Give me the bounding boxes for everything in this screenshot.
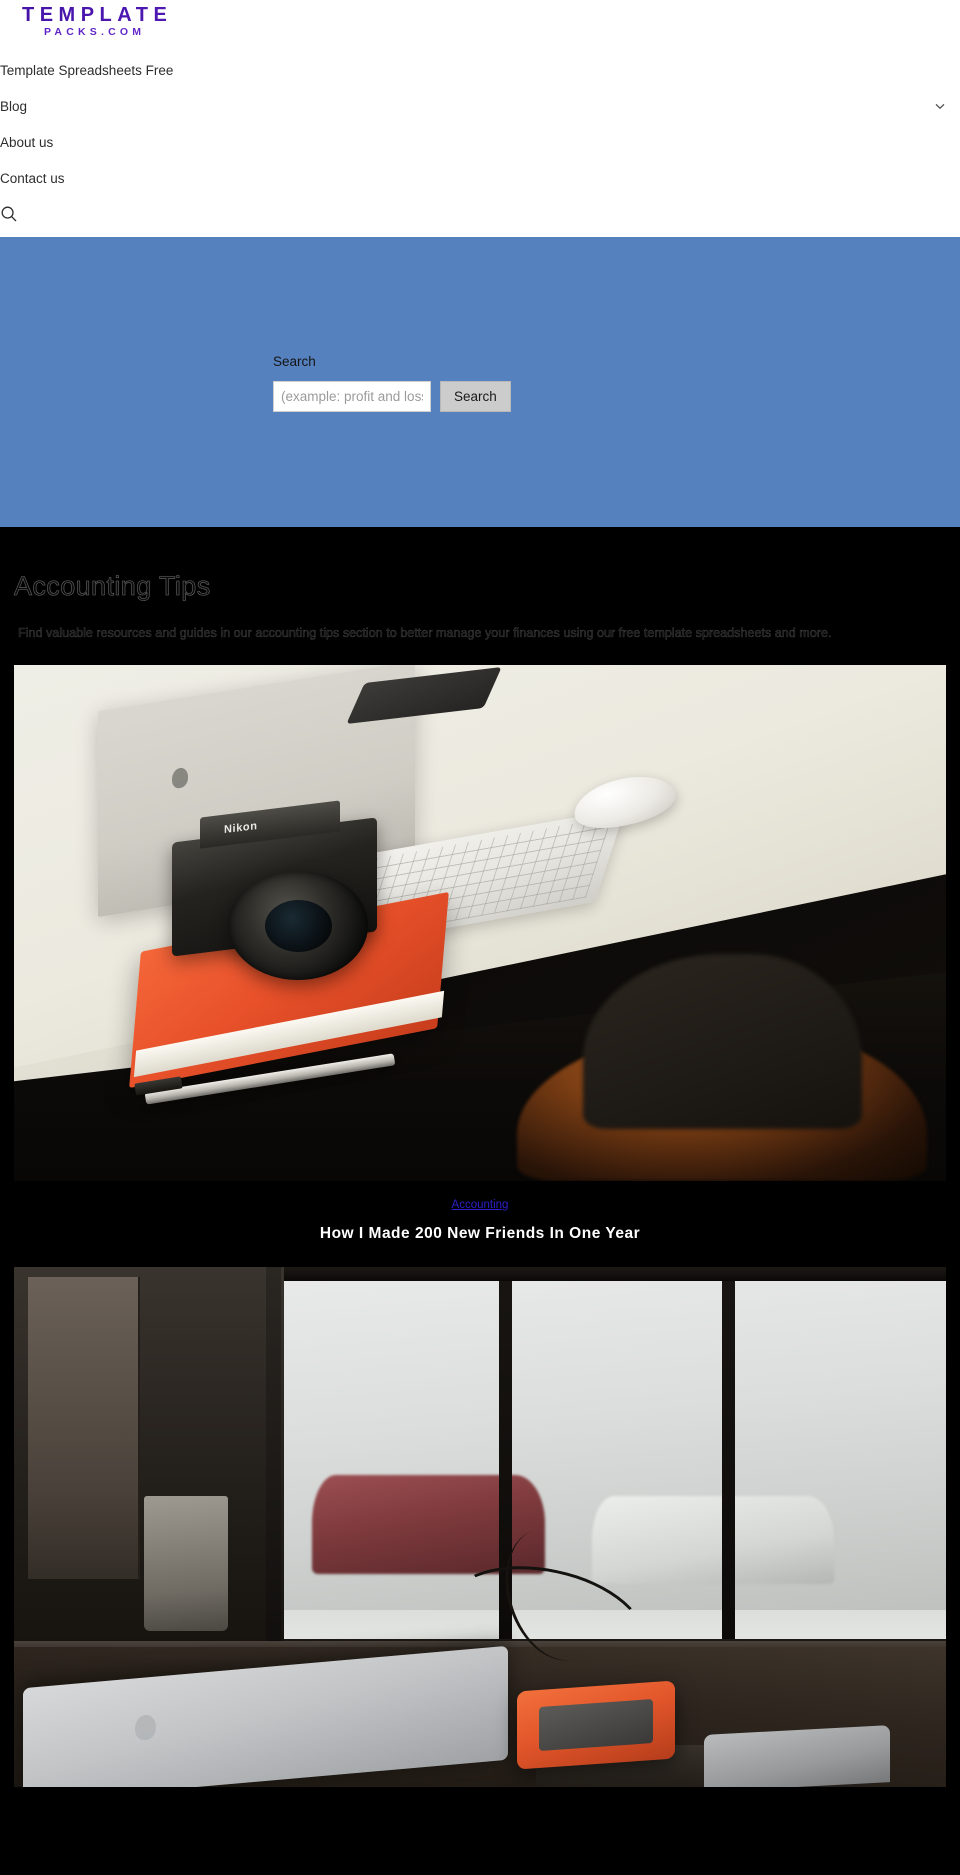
search-icon[interactable] [0,197,36,237]
nav-link-label[interactable]: About us [0,125,960,161]
search-form: Search Search [273,352,960,412]
hero-search-section: Search Search [0,237,960,527]
search-row: Search [273,381,960,412]
post-card: Nikon Accounting How I Made 200 New Frie… [0,665,960,1245]
nav-link-label[interactable]: Blog [0,89,960,125]
search-form-label: Search [273,354,316,369]
nav-item-blog[interactable]: Blog [0,89,960,125]
post-category-link[interactable]: Accounting [452,1199,509,1211]
post-divider-space [0,1245,960,1267]
primary-navigation: Template Spreadsheets Free Blog About us… [0,53,960,237]
logo-secondary-text: PACKS.COM [22,26,960,39]
site-header: TEMPLATE PACKS.COM Template Spreadsheets… [0,0,960,237]
archive-content: Accounting Tips Find valuable resources … [0,527,960,1787]
search-submit-button[interactable]: Search [440,381,511,412]
nav-item-search-toggle[interactable] [0,197,960,237]
archive-description: Find valuable resources and guides in ou… [18,626,832,640]
post-image [14,1267,946,1787]
post-list: Nikon Accounting How I Made 200 New Frie… [0,645,960,1787]
post-thumbnail[interactable] [14,1267,946,1787]
nav-link-label[interactable]: Template Spreadsheets Free [0,53,960,89]
nav-link-label[interactable]: Contact us [0,161,960,197]
page-root: TEMPLATE PACKS.COM Template Spreadsheets… [0,0,960,1875]
chevron-down-icon[interactable] [934,100,946,112]
nav-list: Template Spreadsheets Free Blog About us… [0,53,960,237]
post-card [0,1267,960,1787]
post-thumbnail[interactable]: Nikon [14,665,946,1181]
page-title: Accounting Tips [14,571,211,602]
nav-item-template-spreadsheets-free[interactable]: Template Spreadsheets Free [0,53,960,89]
logo-primary-text: TEMPLATE [22,4,960,26]
post-image: Nikon [14,665,946,1181]
hero-inner: Search Search [0,352,960,412]
post-title-link[interactable]: How I Made 200 New Friends In One Year [0,1223,960,1245]
nav-item-contact-us[interactable]: Contact us [0,161,960,197]
site-logo[interactable]: TEMPLATE PACKS.COM [0,0,960,39]
search-input[interactable] [273,381,431,412]
nav-item-about-us[interactable]: About us [0,125,960,161]
post-meta: Accounting How I Made 200 New Friends In… [0,1181,960,1245]
